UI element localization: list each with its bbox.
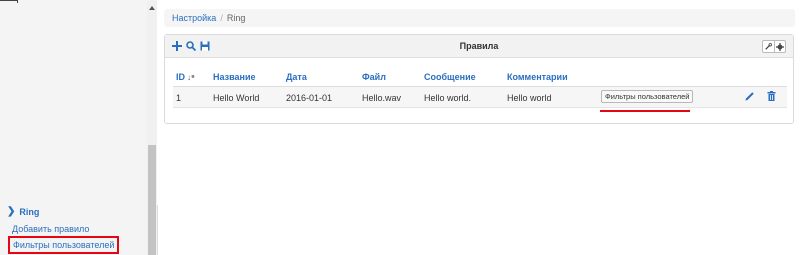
column-header-comments[interactable]: Комментарии xyxy=(507,72,568,82)
breadcrumb-item-settings[interactable]: Настройка xyxy=(172,13,216,23)
rules-panel: Правила ID ↓⁹ Название Дата Файл Сообщени… xyxy=(164,34,794,124)
scrollbar-thumb[interactable] xyxy=(148,145,156,255)
highlight-underline xyxy=(600,110,690,112)
cell-date: 2016-01-01 xyxy=(286,93,333,103)
cell-id: 1 xyxy=(176,93,182,103)
panel-title: Правила xyxy=(459,41,499,51)
cell-file: Hello.wav xyxy=(362,93,402,103)
delete-trash-icon[interactable] xyxy=(767,91,777,102)
sidebar-section-label: Ring xyxy=(19,207,40,217)
cell-message: Hello world. xyxy=(424,93,472,103)
panel-header: Правила xyxy=(165,35,793,58)
edit-pencil-icon[interactable] xyxy=(745,91,755,102)
sidebar-corner-mark xyxy=(0,0,18,3)
column-header-id[interactable]: ID ↓⁹ xyxy=(176,72,195,82)
sort-icon[interactable]: ↓⁹ xyxy=(187,73,195,82)
wrench-icon[interactable] xyxy=(763,41,774,52)
breadcrumb-item-ring: Ring xyxy=(226,13,246,23)
breadcrumb-separator: / xyxy=(220,13,223,23)
sidebar-item-user-filters[interactable]: Фильтры пользователей xyxy=(8,236,120,254)
column-header-file[interactable]: Файл xyxy=(362,72,386,82)
cell-name: Hello World xyxy=(213,93,260,103)
column-header-label: ID xyxy=(176,72,185,82)
chevron-right-icon: ❯ xyxy=(7,206,16,217)
sidebar-scrollbar[interactable] xyxy=(147,0,157,255)
gear-icon[interactable] xyxy=(774,41,785,52)
sidebar-section-ring[interactable]: ❯ Ring xyxy=(7,206,40,218)
panel-header-buttons xyxy=(762,40,786,53)
breadcrumb: Настройка / Ring xyxy=(164,9,795,27)
scroll-up-arrow-icon[interactable] xyxy=(149,6,155,10)
user-filters-button[interactable]: Фильтры пользователей xyxy=(601,90,694,103)
cell-comment: Hello world xyxy=(507,93,552,103)
column-header-name[interactable]: Название xyxy=(213,72,255,82)
sidebar: ❯ Ring Добавить правило Фильтры пользова… xyxy=(0,0,147,255)
column-header-date[interactable]: Дата xyxy=(286,72,307,82)
sidebar-item-add-rule[interactable]: Добавить правило xyxy=(12,224,89,234)
divider xyxy=(157,205,158,255)
column-header-message[interactable]: Сообщение xyxy=(424,72,476,82)
table-row-divider xyxy=(173,107,787,108)
table-row xyxy=(173,87,787,107)
